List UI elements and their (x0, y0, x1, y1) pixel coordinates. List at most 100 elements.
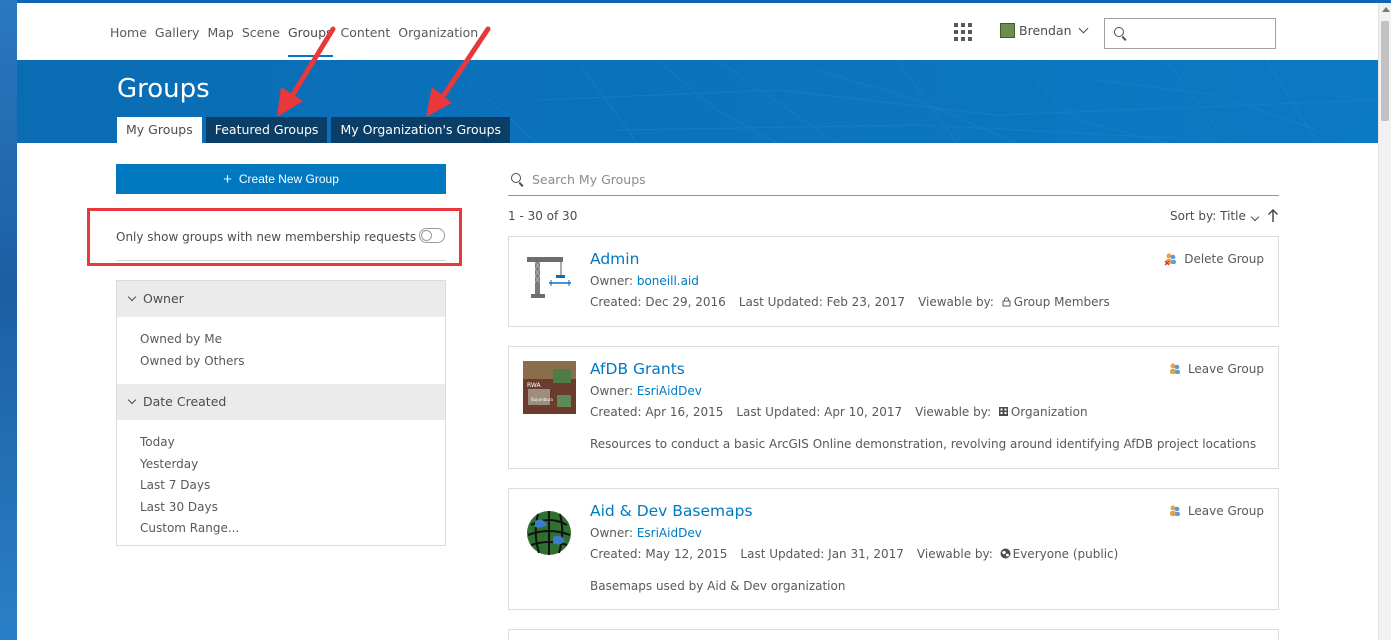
lock-icon (1002, 297, 1011, 307)
filter-last-7-days[interactable]: Last 7 Days (140, 475, 445, 497)
avatar (1000, 23, 1015, 38)
filter-heading-label: Date Created (143, 394, 227, 409)
user-name: Brendan (1019, 23, 1072, 38)
tab-featured-groups[interactable]: Featured Groups (205, 117, 328, 143)
group-card-partial (508, 629, 1279, 640)
annotation-arrow-organization (426, 26, 491, 117)
owner-link[interactable]: EsriAidDev (637, 384, 702, 398)
create-new-group-label: Create New Group (238, 172, 339, 186)
filter-last-30-days[interactable]: Last 30 Days (140, 497, 445, 519)
group-title-link[interactable]: Admin (590, 250, 639, 268)
afdb-grants-thumbnail: RWA Bujumbura (523, 361, 576, 414)
search-icon (1114, 27, 1124, 37)
leave-group-button[interactable]: Leave Group (1168, 362, 1264, 376)
leave-group-icon (1169, 363, 1180, 374)
group-title-link[interactable]: AfDB Grants (590, 360, 685, 378)
viewable-value: Group Members (1013, 295, 1110, 309)
chevron-down-icon (127, 292, 137, 302)
desktop-background (0, 0, 17, 640)
group-meta: Created: May 12, 2015 Last Updated: Jan 3… (590, 547, 1118, 561)
leave-group-label: Leave Group (1187, 504, 1264, 518)
viewable-label: Viewable by: (916, 547, 993, 561)
chevron-down-icon (127, 395, 137, 405)
annotation-highlight-box (87, 208, 462, 266)
user-menu[interactable]: Brendan (1000, 23, 1089, 38)
result-count: 1 - 30 of 30 (508, 209, 578, 223)
created-date: Created: Apr 16, 2015 (590, 405, 724, 419)
group-card: RWA Bujumbura AfDB Grants Owner: EsriAid… (508, 346, 1279, 469)
group-meta: Created: Apr 16, 2015 Last Updated: Apr 1… (590, 405, 1088, 419)
viewable-value: Everyone (public) (1012, 547, 1119, 561)
delete-group-icon (1164, 253, 1177, 266)
basemaps-globe-thumbnail (523, 503, 576, 556)
nav-content[interactable]: Content (341, 25, 391, 40)
tab-my-organizations-groups[interactable]: My Organization's Groups (331, 117, 511, 143)
viewable-label: Viewable by: (915, 405, 991, 419)
filter-owned-by-others[interactable]: Owned by Others (140, 351, 445, 373)
filter-yesterday[interactable]: Yesterday (140, 454, 445, 476)
page-title: Groups (117, 74, 210, 104)
filter-custom-range[interactable]: Custom Range... (140, 518, 445, 540)
group-description: Resources to conduct a basic ArcGIS Onli… (590, 437, 1257, 451)
groups-banner: Groups My Groups Featured Groups My Orga… (17, 60, 1378, 143)
nav-home[interactable]: Home (110, 25, 147, 40)
app-launcher-icon[interactable] (954, 23, 972, 41)
owner-filter-options: Owned by Me Owned by Others (117, 317, 445, 384)
nav-map[interactable]: Map (207, 25, 233, 40)
owner-label: Owner: (590, 274, 637, 288)
updated-date: Last Updated: Jan 31, 2017 (740, 547, 904, 561)
search-placeholder: Search My Groups (532, 172, 646, 187)
delete-group-button[interactable]: Delete Group (1164, 252, 1264, 266)
top-navigation: Home Gallery Map Scene Groups Content Or… (17, 3, 1378, 60)
group-card: Admin Owner: boneill.aid Created: Dec 29… (508, 236, 1279, 327)
chevron-down-icon (1078, 23, 1089, 34)
owner-label: Owner: (590, 384, 637, 398)
global-search-input[interactable] (1104, 18, 1276, 49)
search-my-groups-input[interactable]: Search My Groups (508, 166, 1279, 196)
globe-icon (1000, 548, 1011, 559)
date-filter-options: Today Yesterday Last 7 Days Last 30 Days… (117, 420, 445, 552)
leave-group-label: Leave Group (1187, 362, 1264, 376)
owner-link[interactable]: EsriAidDev (637, 526, 702, 540)
group-owner: Owner: EsriAidDev (590, 526, 702, 540)
page: Home Gallery Map Scene Groups Content Or… (17, 3, 1378, 640)
viewable-label: Viewable by: (918, 295, 994, 309)
scroll-up-icon[interactable] (1382, 7, 1390, 12)
plus-icon: + (223, 170, 232, 188)
vertical-scrollbar[interactable] (1378, 3, 1391, 640)
annotation-arrow-featured (277, 26, 336, 117)
filter-panel: Owner Owned by Me Owned by Others Date C… (116, 280, 446, 546)
filter-heading-label: Owner (143, 291, 184, 306)
filter-heading-owner[interactable]: Owner (117, 281, 445, 317)
scrollbar-thumb[interactable] (1381, 21, 1389, 121)
group-meta: Created: Dec 29, 2016 Last Updated: Feb 2… (590, 295, 1110, 309)
leave-group-button[interactable]: Leave Group (1168, 504, 1264, 518)
filter-owned-by-me[interactable]: Owned by Me (140, 329, 445, 351)
filter-today[interactable]: Today (140, 432, 445, 454)
svg-text:Bujumbura: Bujumbura (531, 397, 554, 402)
owner-link[interactable]: boneill.aid (637, 274, 699, 288)
group-description: Basemaps used by Aid & Dev organization (590, 579, 846, 593)
group-owner: Owner: boneill.aid (590, 274, 699, 288)
filter-heading-date-created[interactable]: Date Created (117, 384, 445, 420)
sort-label: Sort by: Title (1170, 209, 1246, 223)
organization-icon (998, 407, 1008, 416)
svg-text:RWA: RWA (527, 382, 542, 389)
nav-gallery[interactable]: Gallery (155, 25, 200, 40)
tab-my-groups[interactable]: My Groups (117, 117, 202, 143)
group-owner: Owner: EsriAidDev (590, 384, 702, 398)
delete-group-label: Delete Group (1184, 252, 1264, 266)
create-new-group-button[interactable]: + Create New Group (116, 164, 446, 194)
group-tabs: My Groups Featured Groups My Organizatio… (117, 117, 514, 143)
sort-dropdown[interactable]: Sort by: Title (1170, 209, 1260, 223)
group-title-link[interactable]: Aid & Dev Basemaps (590, 502, 753, 520)
search-icon (511, 173, 521, 183)
chevron-down-icon (1250, 212, 1260, 222)
created-date: Created: Dec 29, 2016 (590, 295, 726, 309)
admin-group-thumbnail (527, 257, 571, 298)
created-date: Created: May 12, 2015 (590, 547, 728, 561)
group-card: Aid & Dev Basemaps Owner: EsriAidDev Cre… (508, 488, 1279, 610)
updated-date: Last Updated: Apr 10, 2017 (736, 405, 903, 419)
owner-label: Owner: (590, 526, 637, 540)
sort-ascending-icon[interactable] (1267, 209, 1279, 223)
